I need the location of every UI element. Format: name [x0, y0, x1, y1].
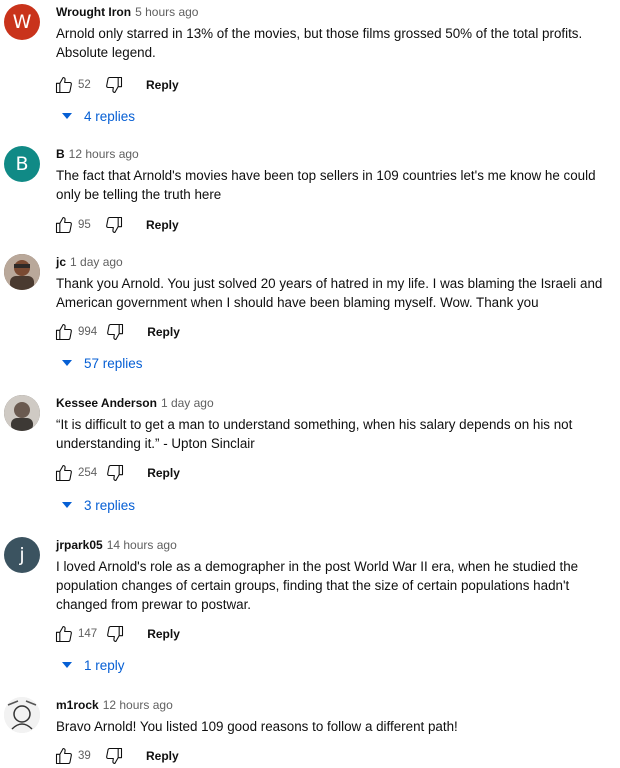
comment-actions: 95 Reply [54, 214, 179, 236]
thumbs-up-icon[interactable] [54, 75, 74, 95]
timestamp[interactable]: 12 hours ago [103, 698, 173, 712]
comment-actions: 147 Reply [54, 623, 180, 645]
author-name[interactable]: Kessee Anderson [56, 396, 157, 410]
thumbs-up-icon[interactable] [54, 215, 74, 235]
thumbs-down-icon[interactable] [105, 463, 125, 483]
replies-count: 1 reply [84, 657, 125, 673]
comment-body: jrpark05 14 hours ago I loved Arnold's ro… [56, 537, 610, 614]
comment-body: B 12 hours ago The fact that Arnold's mov… [56, 146, 610, 204]
reply-button[interactable]: Reply [147, 627, 180, 641]
timestamp[interactable]: 1 day ago [70, 255, 123, 269]
view-replies-button[interactable]: 3 replies [62, 495, 135, 515]
reply-button[interactable]: Reply [146, 749, 179, 763]
thumbs-up-icon[interactable] [54, 624, 74, 644]
comment-body: Wrought Iron 5 hours ago Arnold only star… [56, 4, 610, 62]
avatar[interactable] [4, 697, 40, 733]
thumbs-down-icon[interactable] [105, 624, 125, 644]
avatar[interactable]: W [4, 4, 40, 40]
comment-body: Kessee Anderson 1 day ago “It is difficul… [56, 395, 610, 453]
comment-text: “It is difficult to get a man to underst… [56, 417, 573, 451]
author-name[interactable]: jrpark05 [56, 538, 103, 552]
thumbs-up-icon[interactable] [54, 463, 74, 483]
caret-down-icon [62, 113, 72, 119]
avatar[interactable] [4, 254, 40, 290]
thumbs-up-icon[interactable] [54, 746, 74, 766]
comment-actions: 52 Reply [54, 74, 179, 96]
comment-text: I loved Arnold's role as a demographer i… [56, 559, 579, 612]
timestamp[interactable]: 12 hours ago [69, 147, 139, 161]
thumbs-down-icon[interactable] [104, 75, 124, 95]
user-photo-icon [4, 254, 40, 290]
comment-text: The fact that Arnold's movies have been … [56, 168, 596, 202]
avatar[interactable]: j [4, 537, 40, 573]
view-replies-button[interactable]: 4 replies [62, 106, 135, 126]
comment-body: jc 1 day ago Thank you Arnold. You just s… [56, 254, 610, 312]
thumbs-down-icon[interactable] [104, 746, 124, 766]
like-count: 147 [78, 628, 98, 640]
user-photo-icon [4, 697, 40, 733]
replies-count: 4 replies [84, 108, 136, 124]
like-count: 95 [78, 219, 91, 231]
author-name[interactable]: Wrought Iron [56, 5, 131, 19]
thumbs-up-icon[interactable] [54, 322, 74, 342]
like-count: 254 [78, 467, 98, 479]
view-replies-button[interactable]: 1 reply [62, 655, 125, 675]
comment-actions: 254 Reply [54, 462, 180, 484]
reply-button[interactable]: Reply [147, 466, 180, 480]
timestamp[interactable]: 1 day ago [161, 396, 214, 410]
caret-down-icon [62, 662, 72, 668]
view-replies-button[interactable]: 57 replies [62, 353, 143, 373]
comment-text: Arnold only starred in 13% of the movies… [56, 26, 583, 60]
thumbs-down-icon[interactable] [104, 215, 124, 235]
timestamp[interactable]: 14 hours ago [107, 538, 177, 552]
user-photo-icon [4, 395, 40, 431]
reply-button[interactable]: Reply [147, 325, 180, 339]
avatar[interactable] [4, 395, 40, 431]
replies-count: 3 replies [84, 497, 136, 513]
comment-actions: 39 Reply [54, 745, 179, 767]
thumbs-down-icon[interactable] [105, 322, 125, 342]
like-count: 994 [78, 326, 98, 338]
reply-button[interactable]: Reply [146, 78, 179, 92]
comment-actions: 994 Reply [54, 321, 180, 343]
comment-body: m1rock 12 hours ago Bravo Arnold! You lis… [56, 697, 610, 736]
comment-text: Thank you Arnold. You just solved 20 yea… [56, 276, 603, 310]
author-name[interactable]: B [56, 147, 65, 161]
avatar[interactable]: B [4, 146, 40, 182]
caret-down-icon [62, 360, 72, 366]
author-name[interactable]: jc [56, 255, 66, 269]
like-count: 52 [78, 79, 91, 91]
author-name[interactable]: m1rock [56, 698, 99, 712]
reply-button[interactable]: Reply [146, 218, 179, 232]
comment-text: Bravo Arnold! You listed 109 good reason… [56, 719, 458, 734]
like-count: 39 [78, 750, 91, 762]
caret-down-icon [62, 502, 72, 508]
timestamp[interactable]: 5 hours ago [135, 5, 198, 19]
replies-count: 57 replies [84, 355, 143, 371]
